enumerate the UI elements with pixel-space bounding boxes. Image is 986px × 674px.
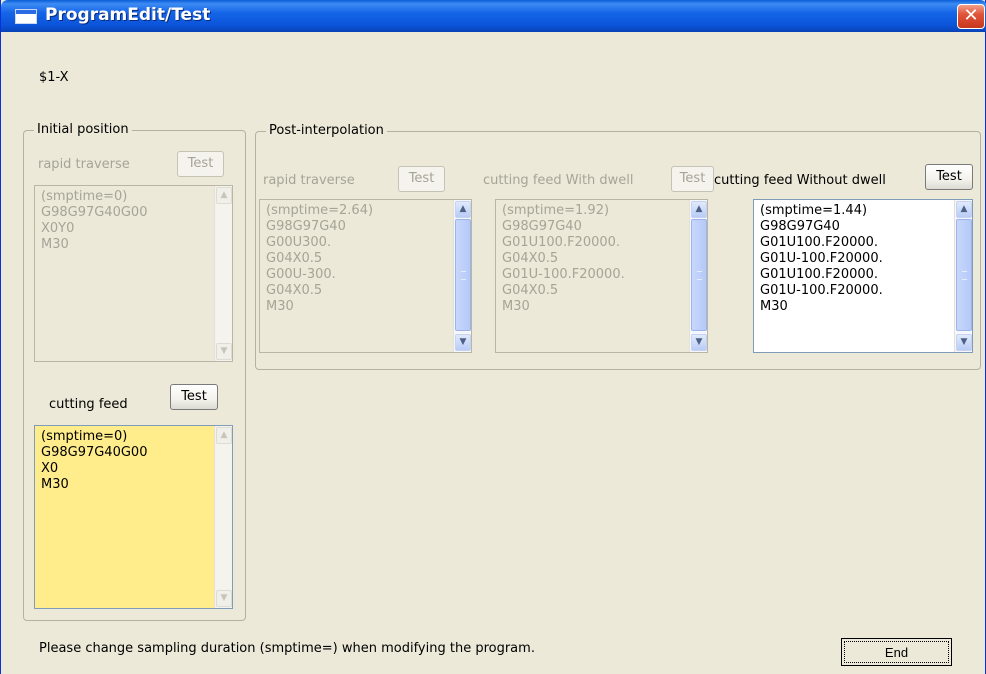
initial-rapid-label: rapid traverse	[38, 157, 130, 172]
initial-position-title: Initial position	[34, 122, 132, 137]
program-line: G00U300.	[266, 235, 332, 250]
program-line: G04X0.5	[266, 283, 323, 298]
post-dwell-test-button[interactable]: Test	[671, 166, 714, 192]
post-nodwell-scrollbar[interactable]: ▲ ▼	[954, 200, 972, 352]
program-line: (smptime=1.92)	[502, 203, 610, 218]
end-button[interactable]: End	[841, 638, 952, 666]
program-line: M30	[266, 299, 294, 314]
initial-rapid-test-button[interactable]: Test	[177, 151, 224, 177]
scroll-down-icon[interactable]: ▼	[956, 334, 972, 351]
program-line: G98G97G40	[502, 219, 582, 234]
initial-cutting-test-button[interactable]: Test	[170, 384, 218, 410]
post-dwell-program[interactable]: (smptime=1.92) G98G97G40 G01U100.F20000. G0…	[495, 199, 708, 353]
window-icon	[15, 9, 37, 24]
scroll-up-icon[interactable]: ▲	[216, 427, 232, 444]
program-line: G01U-100.F20000.	[502, 267, 625, 282]
post-interpolation-title: Post-interpolation	[266, 123, 387, 138]
initial-rapid-program[interactable]: (smptime=0) G98G97G40G00 X0Y0 M30 ▲ ▼	[34, 185, 233, 362]
program-line: G04X0.5	[502, 283, 559, 298]
program-line: (smptime=1.44)	[760, 203, 868, 218]
program-line: G98G97G40	[760, 219, 840, 234]
program-line: M30	[41, 477, 69, 492]
program-line: G04X0.5	[502, 251, 559, 266]
initial-rapid-lines: (smptime=0) G98G97G40G00 X0Y0 M30	[41, 189, 147, 253]
post-dwell-lines: (smptime=1.92) G98G97G40 G01U100.F20000. G0…	[502, 203, 625, 315]
post-dwell-label: cutting feed With dwell	[483, 173, 634, 188]
close-button[interactable]: ✕	[957, 4, 985, 29]
scroll-down-icon[interactable]: ▼	[455, 334, 471, 351]
initial-cutting-lines: (smptime=0) G98G97G40G00 X0 M30	[41, 429, 147, 493]
post-rapid-label: rapid traverse	[263, 173, 355, 188]
program-line: M30	[41, 237, 69, 252]
post-nodwell-test-button[interactable]: Test	[925, 164, 973, 190]
scroll-up-icon[interactable]: ▲	[691, 201, 707, 218]
initial-rapid-scrollbar[interactable]: ▲ ▼	[214, 186, 232, 361]
program-line: (smptime=0)	[41, 189, 128, 204]
scroll-down-icon[interactable]: ▼	[216, 590, 232, 607]
scroll-thumb[interactable]	[956, 219, 972, 331]
program-line: (smptime=0)	[41, 429, 128, 444]
post-nodwell-label: cutting feed Without dwell	[714, 173, 886, 188]
program-edit-window: ProgramEdit/Test ✕ $1-X Initial position…	[0, 0, 986, 674]
program-line: M30	[760, 299, 788, 314]
scroll-thumb[interactable]	[691, 219, 707, 331]
program-line: G98G97G40	[266, 219, 346, 234]
initial-cutting-program[interactable]: (smptime=0) G98G97G40G00 X0 M30 ▲ ▼	[34, 425, 233, 609]
program-line: M30	[502, 299, 530, 314]
program-line: X0Y0	[41, 221, 75, 236]
title-bar[interactable]: ProgramEdit/Test ✕	[1, 0, 986, 32]
post-rapid-scrollbar[interactable]: ▲ ▼	[453, 200, 471, 352]
scroll-up-icon[interactable]: ▲	[455, 201, 471, 218]
program-line: G00U-300.	[266, 267, 336, 282]
program-line: G04X0.5	[266, 251, 323, 266]
program-line: G98G97G40G00	[41, 445, 148, 460]
program-line: G01U100.F20000.	[760, 235, 879, 250]
axis-label: $1-X	[39, 70, 69, 85]
program-line: G01U100.F20000.	[760, 267, 879, 282]
program-line: G01U100.F20000.	[502, 235, 621, 250]
post-rapid-test-button[interactable]: Test	[398, 166, 445, 192]
initial-cutting-label: cutting feed	[49, 397, 128, 412]
window-title: ProgramEdit/Test	[45, 5, 211, 25]
program-line: G98G97G40G00	[41, 205, 148, 220]
post-nodwell-lines: (smptime=1.44) G98G97G40 G01U100.F20000. G0…	[760, 203, 883, 315]
initial-cutting-scrollbar[interactable]: ▲ ▼	[214, 426, 232, 608]
program-line: G01U-100.F20000.	[760, 251, 883, 266]
post-nodwell-program[interactable]: (smptime=1.44) G98G97G40 G01U100.F20000. G0…	[753, 199, 973, 353]
post-dwell-scrollbar[interactable]: ▲ ▼	[689, 200, 707, 352]
post-rapid-lines: (smptime=2.64) G98G97G40 G00U300. G04X0.5 G0…	[266, 203, 373, 315]
scroll-down-icon[interactable]: ▼	[691, 334, 707, 351]
program-line: X0	[41, 461, 59, 476]
program-line: G01U-100.F20000.	[760, 283, 883, 298]
post-rapid-program[interactable]: (smptime=2.64) G98G97G40 G00U300. G04X0.5 G0…	[259, 199, 472, 353]
scroll-up-icon[interactable]: ▲	[216, 187, 232, 204]
footer-message: Please change sampling duration (smptime…	[39, 641, 535, 656]
scroll-thumb[interactable]	[455, 219, 471, 331]
scroll-up-icon[interactable]: ▲	[956, 201, 972, 218]
end-button-label: End	[844, 641, 949, 663]
scroll-down-icon[interactable]: ▼	[216, 343, 232, 360]
program-line: (smptime=2.64)	[266, 203, 374, 218]
